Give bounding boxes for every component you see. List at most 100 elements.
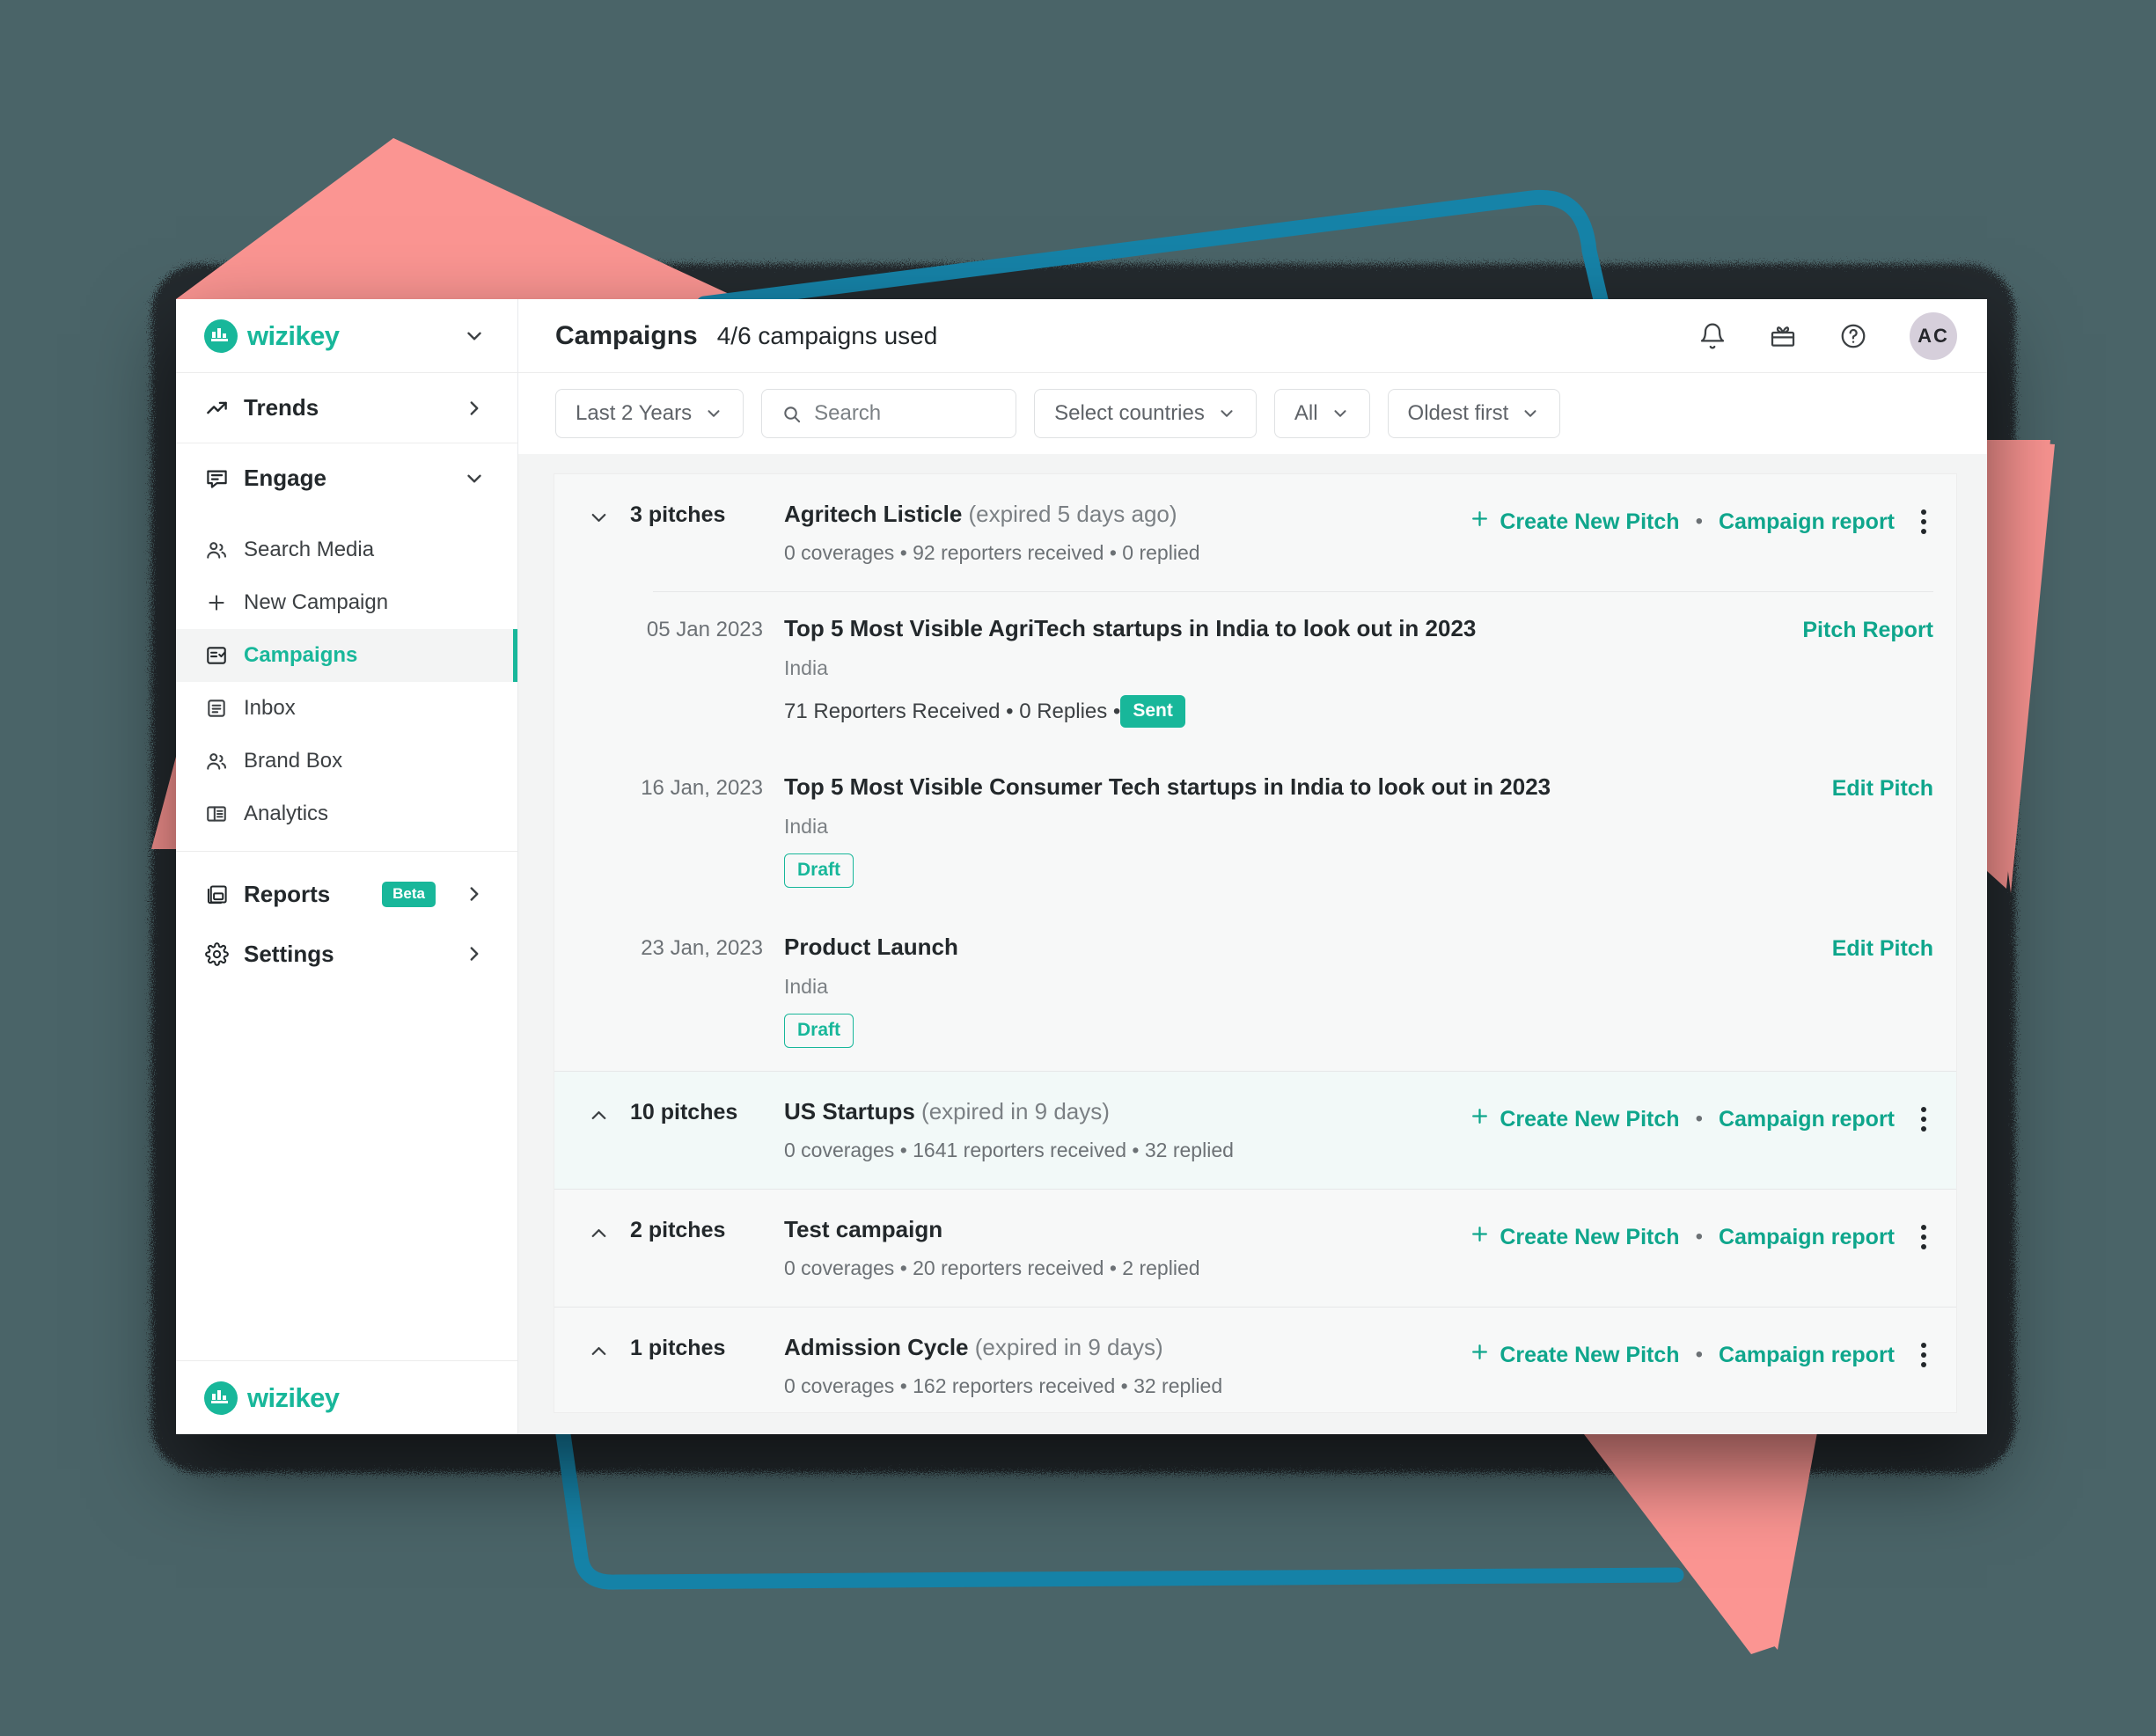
sidebar-item-campaigns[interactable]: Campaigns (176, 629, 517, 682)
sidebar-group-engage: Engage Search Media New Campaign Campaig… (176, 443, 517, 852)
sort-label: Oldest first (1407, 401, 1509, 425)
pitch-date: 05 Jan 2023 (646, 618, 763, 641)
edit-pitch-button[interactable]: Edit Pitch (1832, 934, 1933, 962)
chevron-down-icon[interactable] (463, 325, 486, 348)
campaign-report-button[interactable]: Campaign report (1719, 1343, 1895, 1368)
blue-curve-bottom (555, 1426, 1684, 1590)
campaign-list-card: 3 pitches Agritech Listicle (expired 5 d… (554, 473, 1957, 1413)
campaign-report-button[interactable]: Campaign report (1719, 509, 1895, 535)
sidebar-item-label: Inbox (244, 696, 296, 720)
chevron-right-icon[interactable] (463, 883, 486, 905)
action-separator: • (1695, 509, 1703, 533)
pitch-row: 05 Jan 2023 Top 5 Most Visible AgriTech … (554, 592, 1956, 751)
sidebar-item-engage[interactable]: Engage (176, 443, 517, 513)
chevron-up-icon[interactable] (567, 1216, 630, 1245)
countries-filter[interactable]: Select countries (1034, 389, 1257, 438)
campaign-report-button[interactable]: Campaign report (1719, 1225, 1895, 1250)
app-window: wizikey Trends Engage Search Media New C… (176, 299, 1987, 1434)
campaign-report-label: Campaign report (1718, 1224, 1895, 1249)
sidebar-item-trends[interactable]: Trends (176, 373, 517, 443)
blue-curve-top (696, 189, 1610, 311)
pitch-country: India (784, 656, 828, 679)
sidebar-item-label: Settings (244, 940, 334, 967)
campaign-meta: 0 coverages • 162 reporters received • 3… (784, 1374, 1223, 1397)
chevron-down-icon (1521, 404, 1540, 423)
campaign-pitch-count: 2 pitches (630, 1218, 726, 1242)
help-circle-icon[interactable] (1836, 319, 1871, 354)
main-area: Campaigns 4/6 campaigns used AC Last 2 Y… (518, 299, 1987, 1434)
plus-icon (204, 590, 229, 615)
engage-subnav: Search Media New Campaign Campaigns Inbo… (176, 513, 517, 851)
search-input[interactable]: Search (761, 389, 1017, 438)
pitch-status: 71 Reporters Received • 0 Replies • Sent (784, 695, 1802, 728)
window-body: wizikey Trends Engage Search Media New C… (176, 299, 1987, 1434)
sidebar-item-reports[interactable]: Reports Beta (176, 864, 517, 924)
chevron-up-icon[interactable] (567, 1334, 630, 1363)
topbar: Campaigns 4/6 campaigns used AC (518, 299, 1987, 373)
pitch-stats: 71 Reporters Received • 0 Replies • (784, 699, 1121, 723)
campaign-status-note: (expired in 9 days) (921, 1098, 1110, 1124)
campaign-report-button[interactable]: Campaign report (1719, 1107, 1895, 1132)
sidebar-item-new-campaign[interactable]: New Campaign (176, 576, 517, 629)
sidebar-item-label: Engage (244, 465, 326, 491)
chevron-down-icon[interactable] (567, 501, 630, 530)
sidebar-brand-row[interactable]: wizikey (176, 299, 517, 373)
date-range-filter[interactable]: Last 2 Years (555, 389, 744, 438)
more-vertical-icon[interactable] (1914, 504, 1933, 539)
chevron-right-icon[interactable] (463, 942, 486, 965)
campaign-status-note: (expired 5 days ago) (968, 501, 1177, 527)
campaign-main: US Startups (expired in 9 days) 0 covera… (784, 1098, 1469, 1162)
sidebar-item-analytics[interactable]: Analytics (176, 787, 517, 840)
create-new-pitch-button[interactable]: Create New Pitch (1469, 508, 1680, 536)
avatar[interactable]: AC (1910, 311, 1957, 360)
chevron-right-icon[interactable] (463, 397, 486, 420)
campaign-pitch-count: 10 pitches (630, 1100, 738, 1124)
sidebar-item-inbox[interactable]: Inbox (176, 682, 517, 735)
status-filter[interactable]: All (1273, 389, 1370, 438)
campaign-name: US Startups (784, 1098, 915, 1124)
sidebar-item-brand-box[interactable]: Brand Box (176, 735, 517, 787)
pink-triangle-right-b (1987, 440, 2055, 893)
campaign-row: 2 pitches Test campaign 0 coverages • 20… (554, 1190, 1956, 1307)
create-new-pitch-button[interactable]: Create New Pitch (1469, 1105, 1680, 1133)
bell-icon[interactable] (1695, 319, 1730, 354)
gift-icon[interactable] (1765, 319, 1800, 354)
campaign-main: Test campaign 0 coverages • 20 reporters… (784, 1216, 1469, 1280)
status-filter-label: All (1294, 401, 1318, 425)
campaign-main: Admission Cycle (expired in 9 days) 0 co… (784, 1334, 1469, 1398)
pink-triangle-top-left (176, 138, 750, 304)
more-vertical-icon[interactable] (1914, 1337, 1933, 1373)
create-new-pitch-button[interactable]: Create New Pitch (1469, 1341, 1680, 1369)
chevron-down-icon (1331, 404, 1350, 423)
campaign-report-label: Campaign report (1718, 1106, 1895, 1132)
pitch-title[interactable]: Top 5 Most Visible Consumer Tech startup… (784, 773, 1832, 801)
search-icon (781, 404, 802, 424)
sidebar: wizikey Trends Engage Search Media New C… (176, 299, 518, 1434)
sort-filter[interactable]: Oldest first (1387, 389, 1561, 438)
chevron-up-icon[interactable] (567, 1098, 630, 1127)
pitch-main: Top 5 Most Visible Consumer Tech startup… (784, 773, 1832, 888)
pitch-report-button[interactable]: Pitch Report (1802, 615, 1933, 643)
pink-triangle-right (1987, 440, 2050, 889)
campaign-main: Agritech Listicle (expired 5 days ago) 0… (784, 501, 1469, 565)
plus-icon (1469, 1223, 1491, 1251)
campaign-actions: Create New Pitch • Campaign report (1469, 1098, 1933, 1137)
sidebar-item-search-media[interactable]: Search Media (176, 524, 517, 576)
footer-brand-name: wizikey (247, 1381, 340, 1413)
more-vertical-icon[interactable] (1914, 1220, 1933, 1255)
pitch-title[interactable]: Top 5 Most Visible AgriTech startups in … (784, 615, 1802, 642)
chevron-down-icon[interactable] (463, 467, 486, 490)
more-vertical-icon[interactable] (1914, 1102, 1933, 1137)
pitch-title[interactable]: Product Launch (784, 934, 1832, 961)
sidebar-item-settings[interactable]: Settings (176, 924, 517, 984)
campaign-row: 10 pitches US Startups (expired in 9 day… (554, 1072, 1956, 1189)
layout-panel-icon (204, 802, 229, 826)
brand-name: wizikey (247, 319, 340, 351)
chevron-down-icon (704, 404, 723, 423)
campaigns-usage: 4/6 campaigns used (716, 321, 938, 349)
chevron-down-icon (1217, 404, 1236, 423)
create-new-pitch-button[interactable]: Create New Pitch (1469, 1223, 1680, 1251)
status-badge: Draft (784, 1014, 854, 1048)
edit-pitch-button[interactable]: Edit Pitch (1832, 773, 1933, 802)
